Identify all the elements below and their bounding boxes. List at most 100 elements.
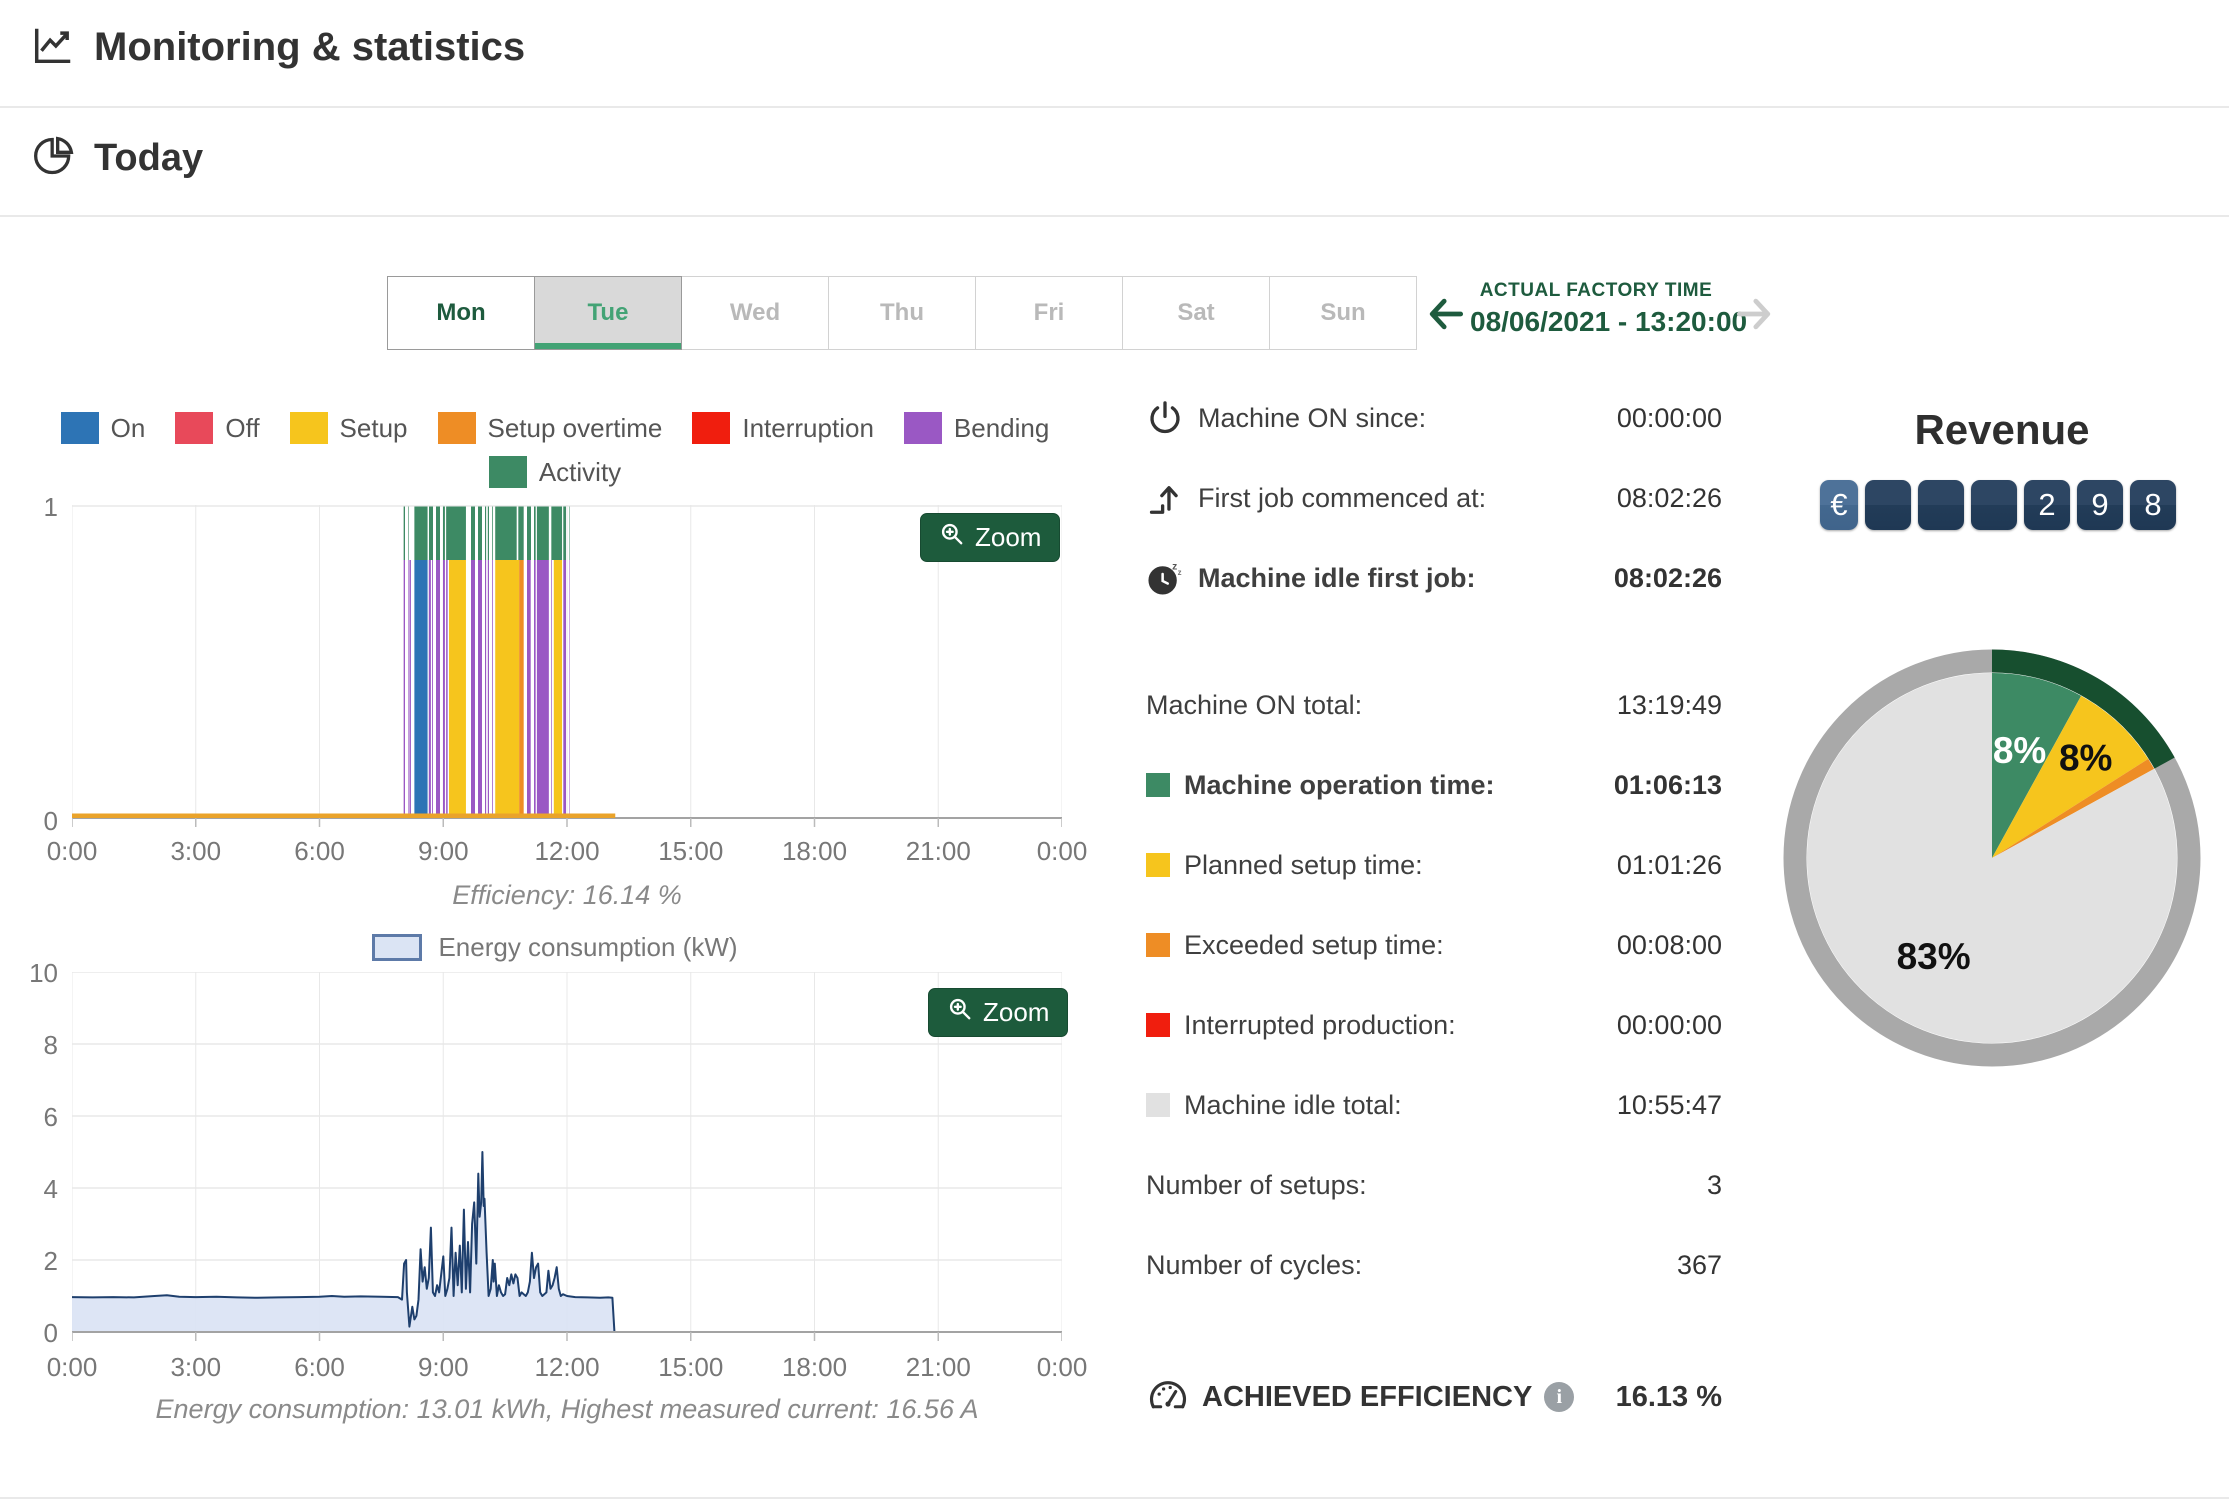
pie-slice-label: 83% (1897, 936, 1971, 977)
legend-swatch (175, 412, 214, 444)
x-tick-label: 6:00 (294, 1352, 345, 1382)
time-distribution-pie: 8% 8% 83% (1772, 638, 2212, 1083)
stat-label: Machine ON since: (1198, 402, 1427, 433)
energy-y-tick: 4 (43, 1174, 58, 1204)
job-start-icon (1146, 479, 1198, 517)
timeline-zoom-button[interactable]: Zoom (920, 513, 1061, 562)
legend-label: Off (225, 412, 260, 443)
section-header: Today (32, 134, 203, 183)
divider (0, 1497, 2229, 1499)
legend-label: Bending (953, 412, 1050, 443)
previous-day-arrow-icon[interactable] (1424, 292, 1468, 336)
timeline-y-tick: 0 (43, 806, 58, 836)
timeline-y-tick: 1 (43, 492, 58, 522)
tab-mon[interactable]: Mon (387, 276, 535, 350)
stat-color-swatch (1146, 1093, 1170, 1117)
revenue-digit-tile (1971, 480, 2017, 530)
legend-swatch (289, 412, 328, 444)
stat-value: 13:19:49 (1616, 689, 1722, 720)
energy-y-tick: 10 (29, 958, 58, 988)
section-title: Today (94, 137, 204, 179)
legend-swatch (903, 412, 942, 444)
stat-label: Number of cycles: (1146, 1249, 1363, 1280)
stat-value: 01:06:13 (1613, 769, 1722, 800)
stat-row: Machine operation time: 01:06:13 (1146, 745, 1722, 825)
timeline-chart-plot[interactable] (71, 505, 1063, 835)
stat-value: 3 (1706, 1169, 1722, 1200)
page-title: Monitoring & statistics (94, 25, 526, 69)
x-tick-label: 18:00 (781, 1352, 848, 1382)
stat-color-swatch (1146, 933, 1170, 957)
divider (0, 106, 2229, 108)
tab-sat: Sat (1122, 276, 1270, 350)
legend-item-setup: Setup (289, 412, 408, 444)
pie-slice-label: 8% (2059, 738, 2112, 779)
legend-swatch (488, 456, 527, 488)
x-tick-label: 0:00 (46, 1352, 98, 1382)
legend-item-on: On (60, 412, 146, 444)
x-tick-label: 15:00 (658, 1352, 724, 1382)
page-header: Monitoring & statistics (30, 22, 525, 73)
stat-row: Interrupted production: 00:00:00 (1146, 985, 1722, 1065)
stat-value: 10:55:47 (1616, 1089, 1722, 1120)
gauge-icon (1146, 1371, 1202, 1423)
stat-row: Number of setups: 3 (1146, 1145, 1722, 1225)
x-tick-label: 21:00 (905, 836, 971, 866)
energy-chart-plot[interactable] (71, 971, 1063, 1349)
stat-color-swatch (1146, 773, 1170, 797)
revenue-digit-tile (1865, 480, 1911, 530)
stat-label: Exceeded setup time: (1184, 929, 1444, 960)
power-icon (1146, 399, 1198, 437)
info-icon[interactable]: i (1544, 1382, 1575, 1412)
achieved-efficiency-label: ACHIEVED EFFICIENCY (1202, 1380, 1533, 1413)
currency-euro-tile: € (1820, 480, 1858, 530)
energy-legend: Energy consumption (kW) (40, 932, 1070, 963)
pie-chart-icon (32, 134, 76, 183)
x-tick-label: 12:00 (534, 836, 600, 866)
next-day-arrow-icon[interactable] (1732, 292, 1776, 336)
legend-label: Setup overtime (487, 412, 663, 443)
legend-label: On (110, 412, 146, 443)
x-tick-label: 9:00 (417, 1352, 469, 1382)
stat-row: Planned setup time: 01:01:26 (1146, 825, 1722, 905)
energy-y-tick: 2 (43, 1246, 58, 1276)
x-tick-label: 21:00 (905, 1352, 971, 1382)
stat-color-swatch (1146, 1013, 1170, 1037)
magnifier-plus-icon (939, 521, 965, 554)
stat-color-swatch (1146, 853, 1170, 877)
stat-value: 08:02:26 (1616, 482, 1722, 513)
tab-tue[interactable]: Tue (534, 276, 682, 350)
legend-item-activity: Activity (488, 456, 621, 488)
pie-slice-label: 8% (1993, 730, 2046, 771)
revenue-digit-tile: 9 (2077, 480, 2123, 530)
achieved-efficiency-value: 16.13 % (1615, 1380, 1722, 1413)
energy-caption: Energy consumption: 13.01 kWh, Highest m… (155, 1394, 979, 1424)
x-tick-label: 0:00 (1036, 1352, 1088, 1382)
stat-row: Number of cycles: 367 (1146, 1225, 1722, 1305)
stat-value: 00:00:00 (1616, 402, 1722, 433)
revenue-digit-tile (1918, 480, 1964, 530)
legend-item-setup-overtime: Setup overtime (437, 412, 663, 444)
divider (0, 215, 2229, 217)
legend-swatch (437, 412, 476, 444)
day-tabs: Mon Tue Wed Thu Fri Sat Sun (387, 276, 1417, 350)
stat-label: Machine idle total: (1184, 1089, 1402, 1120)
legend-swatch (60, 412, 99, 444)
stat-value: 367 (1676, 1249, 1722, 1280)
state-legend-row-2: Activity (40, 456, 1070, 488)
revenue-counter: €2 9 8 (1820, 480, 2176, 530)
stat-row: Machine ON total: 13:19:49 (1146, 665, 1722, 745)
stats-list: Machine ON since: 00:00:00 First job comme… (1146, 378, 1722, 1305)
revenue-title: Revenue (1914, 406, 2090, 453)
x-tick-label: 12:00 (534, 1352, 600, 1382)
energy-y-tick: 0 (43, 1318, 58, 1348)
stat-value: 00:08:00 (1616, 929, 1722, 960)
x-tick-label: 0:00 (46, 836, 98, 866)
tab-thu: Thu (828, 276, 976, 350)
stat-label: Number of setups: (1146, 1169, 1367, 1200)
energy-zoom-button[interactable]: Zoom (928, 988, 1069, 1037)
stat-label: Planned setup time: (1184, 849, 1423, 880)
x-tick-label: 18:00 (781, 836, 848, 866)
x-tick-label: 0:00 (1036, 836, 1088, 866)
timeline-x-axis-labels: 0:00 3:00 6:00 9:00 12:00 15:00 18:00 21:00 0:00 (47, 836, 1088, 868)
